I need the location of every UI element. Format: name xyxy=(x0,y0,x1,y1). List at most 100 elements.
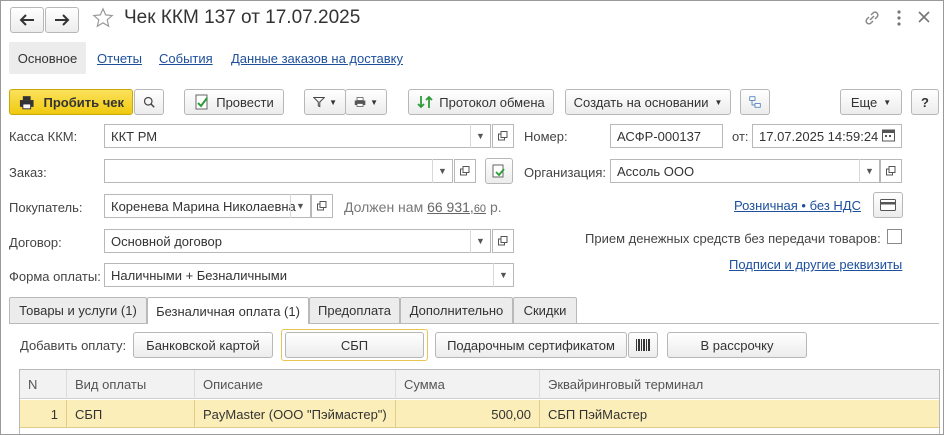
col-n[interactable]: N xyxy=(20,370,67,399)
kassa-dropdown[interactable]: ▼ xyxy=(470,124,490,148)
barcode-icon xyxy=(636,339,650,351)
window-title: Чек ККМ 137 от 17.07.2025 xyxy=(124,7,361,28)
buyer-field[interactable]: Коренева Марина Николаевна xyxy=(104,194,311,218)
no-goods-label: Прием денежных средств без передачи това… xyxy=(585,231,881,246)
col-description[interactable]: Описание xyxy=(195,370,396,399)
chevron-down-icon: ▼ xyxy=(329,97,337,107)
tab-goods[interactable]: Товары и услуги (1) xyxy=(9,297,147,323)
close-icon[interactable] xyxy=(917,10,931,27)
order-open-button[interactable] xyxy=(454,159,476,183)
add-payment-label: Добавить оплату: xyxy=(20,338,127,353)
row-payment-type: СБП xyxy=(67,400,195,428)
org-dropdown[interactable]: ▼ xyxy=(859,159,879,183)
structure-icon xyxy=(749,96,761,108)
fill-document-icon xyxy=(492,164,505,178)
favorite-star-icon[interactable] xyxy=(92,7,116,31)
order-field[interactable] xyxy=(104,159,453,183)
kassa-label: Касса ККМ: xyxy=(9,129,78,144)
buyer-label: Покупатель: xyxy=(9,200,83,215)
more-button[interactable]: Еще ▼ xyxy=(840,89,902,115)
tab-cashless[interactable]: Безналичная оплата (1) xyxy=(147,297,309,324)
row-terminal: СБП ПэйМастер xyxy=(548,406,648,422)
nav-tab-main[interactable]: Основное xyxy=(9,42,86,74)
org-label: Организация: xyxy=(524,165,607,180)
bank-card-button[interactable]: Банковской картой xyxy=(133,332,273,358)
structure-button[interactable] xyxy=(740,89,770,115)
back-button[interactable] xyxy=(10,7,44,33)
contract-dropdown[interactable]: ▼ xyxy=(470,229,490,253)
chevron-down-icon: ▼ xyxy=(865,166,874,176)
open-icon xyxy=(498,236,508,246)
nav-tab-reports[interactable]: Отчеты xyxy=(97,51,142,66)
buyer-dropdown[interactable]: ▼ xyxy=(290,194,310,218)
tab-prepayment[interactable]: Предоплата xyxy=(309,297,400,323)
document-window: Чек ККМ 137 от 17.07.2025 Основное Отчет… xyxy=(0,0,944,435)
col-payment-type[interactable]: Вид оплаты xyxy=(67,370,195,399)
no-goods-checkbox[interactable] xyxy=(887,229,902,244)
menu-dots-icon[interactable] xyxy=(896,9,902,27)
price-type-link[interactable]: Розничная • без НДС xyxy=(734,198,861,213)
contract-open-button[interactable] xyxy=(492,229,514,253)
chevron-down-icon: ▼ xyxy=(883,97,892,107)
help-button[interactable]: ? xyxy=(911,89,939,115)
open-icon xyxy=(317,201,327,211)
order-label: Заказ: xyxy=(9,165,47,180)
fill-order-button[interactable] xyxy=(485,158,513,184)
open-icon xyxy=(460,166,470,176)
punch-receipt-button[interactable]: Пробить чек xyxy=(9,89,133,115)
post-button[interactable]: Провести xyxy=(184,89,284,115)
calendar-icon[interactable] xyxy=(882,128,895,145)
buyer-open-button[interactable] xyxy=(311,194,333,218)
tab-additional[interactable]: Дополнительно xyxy=(400,297,513,323)
magnifier-icon xyxy=(143,96,155,108)
payform-field[interactable]: Наличными + Безналичными xyxy=(104,263,514,287)
card-icon xyxy=(880,199,896,211)
date-field[interactable]: 17.07.2025 14:59:24 xyxy=(752,124,902,148)
debt-amount-link[interactable]: 66 931,60 xyxy=(427,199,486,215)
post-document-icon xyxy=(195,94,209,110)
installment-button[interactable]: В рассрочку xyxy=(667,332,807,358)
filter-icon xyxy=(313,96,326,108)
forward-button[interactable] xyxy=(45,7,79,33)
sbp-button[interactable]: СБП xyxy=(285,332,424,358)
col-amount[interactable]: Сумма xyxy=(396,370,540,399)
print-dropdown-button[interactable]: ▼ xyxy=(345,89,387,115)
order-dropdown[interactable]: ▼ xyxy=(432,159,452,183)
link-icon[interactable] xyxy=(863,9,881,30)
contract-label: Договор: xyxy=(9,235,62,250)
printer-icon xyxy=(354,97,366,107)
arrow-left-icon xyxy=(19,14,34,26)
chevron-down-icon: ▼ xyxy=(438,166,447,176)
kassa-open-button[interactable] xyxy=(492,124,514,148)
tab-discounts[interactable]: Скидки xyxy=(513,297,577,323)
number-field[interactable]: АСФР-000137 xyxy=(610,124,723,148)
kassa-field[interactable]: ККТ РМ xyxy=(104,124,491,148)
row-amount: 500,00 xyxy=(396,400,540,428)
exchange-icon xyxy=(417,95,433,109)
org-field[interactable]: Ассоль ООО xyxy=(610,159,880,183)
open-icon xyxy=(886,166,896,176)
chevron-down-icon: ▼ xyxy=(476,236,485,246)
payment-terminal-button[interactable] xyxy=(873,192,903,218)
row-description: PayMaster (ООО "Пэймастер") xyxy=(195,400,396,428)
row-n: 1 xyxy=(20,400,67,428)
payform-dropdown[interactable]: ▼ xyxy=(493,263,513,287)
open-icon xyxy=(498,131,508,141)
check-preview-button[interactable] xyxy=(134,89,164,115)
barcode-button[interactable] xyxy=(628,332,658,358)
filter-dropdown-button[interactable]: ▼ xyxy=(304,89,346,115)
chevron-down-icon: ▼ xyxy=(476,131,485,141)
signatures-link[interactable]: Подписи и другие реквизиты xyxy=(729,257,902,272)
chevron-down-icon: ▼ xyxy=(714,97,723,107)
date-label: от: xyxy=(732,129,749,144)
col-terminal[interactable]: Эквайринговый терминал xyxy=(540,370,939,399)
contract-field[interactable]: Основной договор xyxy=(104,229,491,253)
create-based-on-button[interactable]: Создать на основании ▼ xyxy=(565,89,731,115)
gift-certificate-button[interactable]: Подарочным сертификатом xyxy=(435,332,627,358)
nav-tab-events[interactable]: События xyxy=(159,51,213,66)
chevron-down-icon: ▼ xyxy=(296,201,305,211)
nav-tab-delivery-orders[interactable]: Данные заказов на доставку xyxy=(231,51,403,66)
arrow-right-icon xyxy=(55,14,70,26)
org-open-button[interactable] xyxy=(880,159,902,183)
exchange-log-button[interactable]: Протокол обмена xyxy=(408,89,554,115)
